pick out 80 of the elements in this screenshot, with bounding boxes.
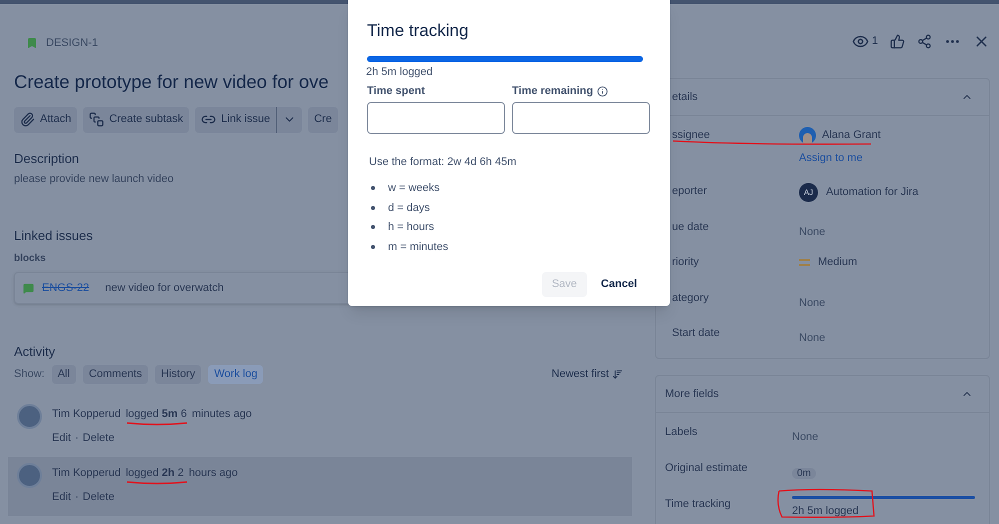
assign-link[interactable]: Assign to me [799,150,989,166]
panel-header[interactable]: More fields [656,376,989,413]
description-text: please provide new launch video [14,172,174,187]
issue-title: Create prototype for new video for ove [14,70,329,94]
author-name: Tim Kopperud [52,406,121,422]
format-hint: Use the format: 2w 4d 6h 45m [369,155,518,170]
field-label: Time tracking [665,497,732,512]
issue-key-link[interactable]: ENGS-22 [42,280,90,296]
field-label: riority [672,255,700,270]
subtask-icon [89,112,104,127]
input-field[interactable] [512,102,650,134]
section-heading: Linked issues [14,226,93,244]
field-value: None [799,332,826,344]
field-value: Medium [818,255,858,270]
bullet-icon [371,206,375,210]
avatar [17,404,42,428]
field-label: Time remaining [512,84,594,99]
story-icon [26,37,38,50]
unit-text: w = weeks [388,181,440,196]
author-name: Tim Kopperud [52,466,121,480]
worklog-time: hours ago [188,466,238,480]
field-value: Alana Grant [822,128,881,144]
issue-type-icon [23,282,34,294]
worklog-time: minutes ago [192,406,252,422]
logged-text: 2h 5m logged [366,64,434,80]
priority-icon [799,258,810,266]
avatar: AJ [799,183,818,202]
info-icon[interactable] [597,86,608,96]
unit-text: d = days [388,200,430,216]
field-label: Time spent [367,84,425,99]
bullet-icon [371,225,375,230]
unit-text: h = hours [388,220,434,235]
toolbar-button[interactable]: Attach [14,106,78,132]
worklog-action: logged 2h 2 [126,464,184,481]
field-value: None [792,431,818,443]
filter-tab[interactable]: Comments [82,364,148,384]
separator-dot: · [74,431,79,446]
field-label: Original estimate [665,461,749,476]
field-value: 2h 5m logged [792,504,860,519]
field-label: Start date [672,326,721,341]
delete-link[interactable]: Delete [82,489,114,506]
avatar [799,127,816,144]
paperclip-icon [20,112,35,127]
estimate-badge: 0m [792,468,816,479]
bullet-icon [371,244,375,249]
bullet-icon [371,186,375,190]
toolbar-button[interactable]: Cre [308,106,338,132]
edit-link[interactable]: Edit [52,430,71,446]
avatar [17,462,42,488]
field-value: Automation for Jira [826,185,918,200]
watch-button[interactable]: 1 [852,32,878,50]
delete-link[interactable]: Delete [82,430,114,446]
thumbs-up-icon[interactable] [890,34,905,48]
field-label: ategory [672,291,710,306]
input-field[interactable] [367,102,505,134]
section-heading: Description [14,150,80,168]
field-value: None [799,297,826,309]
field-value: None [799,226,826,238]
worklog-action: logged 5m 6 [126,406,187,422]
filter-tab[interactable]: History [155,364,202,384]
share-icon[interactable] [917,34,932,48]
edit-link[interactable]: Edit [52,489,71,506]
toolbar-button[interactable]: Create subtask [83,106,190,132]
toolbar-button[interactable]: Link issue [195,106,276,132]
issue-key-link[interactable]: DESIGN-1 [46,35,98,52]
issue-summary: new video for overwatch [105,280,224,296]
filter-tab[interactable]: Work log [208,364,264,384]
relation-label: blocks [14,252,47,266]
filter-tab[interactable]: All [52,364,76,384]
field-label: ssignee [672,128,711,143]
show-label: Show: [14,366,45,382]
sort-button[interactable]: Newest first [552,366,623,382]
sort-icon [612,368,623,380]
unit-text: m = minutes [388,240,448,254]
dialog-title: Time tracking [367,20,470,42]
field-label: Labels [665,425,698,440]
field-label: eporter [672,184,708,199]
section-heading: Activity [14,343,56,361]
separator-dot: · [74,490,79,505]
field-label: ue date [672,220,710,235]
